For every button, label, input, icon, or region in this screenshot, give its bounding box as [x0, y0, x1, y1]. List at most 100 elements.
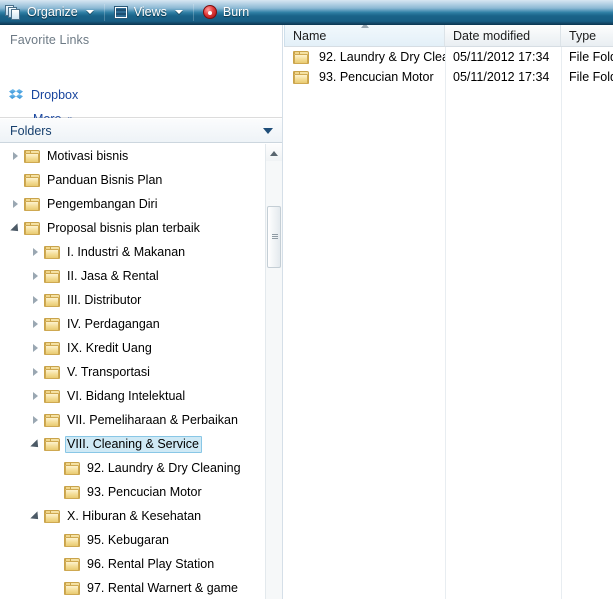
- folders-header-bar[interactable]: Folders: [0, 118, 282, 143]
- tree-item[interactable]: VII. Pemeliharaan & Perbaikan: [0, 408, 282, 432]
- file-name-cell: 92. Laundry & Dry Clea...: [284, 50, 445, 64]
- tree-expand-arrow-icon[interactable]: [29, 312, 44, 336]
- tree-expand-arrow-icon[interactable]: [29, 384, 44, 408]
- tree-expand-arrow-icon[interactable]: [29, 408, 44, 432]
- folder-icon: [24, 173, 40, 187]
- folder-icon: [64, 485, 80, 499]
- file-name-label: 92. Laundry & Dry Clea...: [319, 50, 445, 64]
- stacked-sheets-icon: [5, 4, 21, 20]
- tree-item[interactable]: 96. Rental Play Station: [0, 552, 282, 576]
- folder-icon: [44, 437, 60, 451]
- tree-expand-arrow-icon[interactable]: [29, 288, 44, 312]
- file-date-cell: 05/11/2012 17:34: [453, 50, 550, 64]
- tree-item-label: IV. Perdagangan: [67, 316, 160, 331]
- folder-icon: [44, 365, 60, 379]
- tree-item[interactable]: 92. Laundry & Dry Cleaning: [0, 456, 282, 480]
- tree-collapse-arrow-icon[interactable]: [9, 216, 24, 240]
- tree-item[interactable]: 93. Pencucian Motor: [0, 480, 282, 504]
- tree-item-label: Panduan Bisnis Plan: [47, 172, 163, 187]
- tree-expand-arrow-icon[interactable]: [9, 144, 24, 168]
- tree-item-label: 97. Rental Warnert & game: [87, 580, 238, 595]
- organize-button[interactable]: Organize: [0, 1, 100, 23]
- tree-item-label: Motivasi bisnis: [47, 148, 129, 163]
- tree-item[interactable]: II. Jasa & Rental: [0, 264, 282, 288]
- file-name-label: 93. Pencucian Motor: [319, 70, 434, 84]
- toolbar: Organize Views Burn: [0, 0, 613, 25]
- tree-item[interactable]: 97. Rental Warnert & game: [0, 576, 282, 599]
- folder-icon: [44, 293, 60, 307]
- tree-expand-arrow-icon[interactable]: [29, 360, 44, 384]
- folder-icon: [64, 581, 80, 595]
- tree-expand-arrow-icon[interactable]: [29, 240, 44, 264]
- tree-item[interactable]: I. Industri & Makanan: [0, 240, 282, 264]
- tree-expand-arrow-icon[interactable]: [29, 264, 44, 288]
- tree-collapse-arrow-icon[interactable]: [29, 432, 44, 456]
- chevron-down-icon[interactable]: [263, 128, 273, 134]
- tree-item-label: VI. Bidang Intelektual: [67, 388, 186, 403]
- favorite-links-title: Favorite Links: [10, 33, 90, 47]
- toolbar-separator: [192, 3, 194, 21]
- navigation-pane-scrollbar[interactable]: [265, 144, 282, 599]
- favorite-link-dropbox[interactable]: Dropbox: [9, 86, 78, 104]
- folder-tree: Motivasi bisnis Panduan Bisnis Plan Pengem…: [0, 144, 282, 599]
- folder-icon: [44, 413, 60, 427]
- tree-item[interactable]: Proposal bisnis plan terbaik: [0, 216, 282, 240]
- tree-item[interactable]: III. Distributor: [0, 288, 282, 312]
- tree-item[interactable]: Panduan Bisnis Plan: [0, 168, 282, 192]
- folder-icon: [24, 197, 40, 211]
- folder-icon: [64, 461, 80, 475]
- tree-item[interactable]: Pengembangan Diri: [0, 192, 282, 216]
- tree-expand-arrow-icon[interactable]: [9, 192, 24, 216]
- file-list-row[interactable]: 92. Laundry & Dry Clea... 05/11/2012 17:3…: [284, 47, 613, 67]
- favorite-link-label: Dropbox: [31, 88, 79, 102]
- tree-item[interactable]: V. Transportasi: [0, 360, 282, 384]
- tree-item-label: X. Hiburan & Kesehatan: [67, 508, 202, 523]
- column-header-date-modified[interactable]: Date modified: [445, 25, 561, 46]
- tree-item[interactable]: IX. Kredit Uang: [0, 336, 282, 360]
- tree-expand-arrow-icon[interactable]: [29, 336, 44, 360]
- file-list: 92. Laundry & Dry Clea... 05/11/2012 17:3…: [284, 47, 613, 599]
- tree-collapse-arrow-icon[interactable]: [29, 504, 44, 528]
- burn-button-label: Burn: [222, 5, 250, 19]
- tree-item[interactable]: X. Hiburan & Kesehatan: [0, 504, 282, 528]
- tree-item[interactable]: 95. Kebugaran: [0, 528, 282, 552]
- folder-icon: [44, 317, 60, 331]
- scroll-thumb-grip-icon[interactable]: [267, 206, 281, 268]
- folder-icon: [24, 221, 40, 235]
- tree-item-label: Proposal bisnis plan terbaik: [47, 220, 200, 235]
- tree-item-label: 93. Pencucian Motor: [87, 484, 202, 499]
- tree-item-label: V. Transportasi: [67, 364, 150, 379]
- views-button[interactable]: Views: [109, 1, 189, 23]
- tree-item-label: 96. Rental Play Station: [87, 556, 215, 571]
- explorer-window: Organize Views Burn Favorite Links Dropb…: [0, 0, 613, 599]
- tree-item[interactable]: VIII. Cleaning & Service: [0, 432, 282, 456]
- file-type-cell: File Folde: [569, 50, 613, 64]
- file-list-row[interactable]: 93. Pencucian Motor 05/11/2012 17:34 File …: [284, 67, 613, 87]
- navigation-pane: Favorite Links Dropbox More » Folders Mo…: [0, 25, 283, 599]
- tree-item-label: II. Jasa & Rental: [67, 268, 159, 283]
- column-header-type[interactable]: Type: [561, 25, 613, 46]
- folder-icon: [44, 341, 60, 355]
- folder-icon: [293, 70, 309, 84]
- tree-item[interactable]: VI. Bidang Intelektual: [0, 384, 282, 408]
- column-header-name[interactable]: Name: [284, 25, 445, 46]
- burn-button[interactable]: Burn: [198, 1, 255, 23]
- folders-header-label: Folders: [10, 124, 52, 138]
- tree-item-label: III. Distributor: [67, 292, 142, 307]
- views-button-label: Views: [133, 5, 167, 19]
- scroll-up-arrow-icon[interactable]: [266, 144, 282, 161]
- tree-item-label: 95. Kebugaran: [87, 532, 170, 547]
- tree-item[interactable]: Motivasi bisnis: [0, 144, 282, 168]
- file-list-pane: Name Date modified Type 92. Laundry & Dry …: [284, 25, 613, 599]
- tree-item[interactable]: IV. Perdagangan: [0, 312, 282, 336]
- file-date-cell: 05/11/2012 17:34: [453, 70, 550, 84]
- sort-ascending-arrow-icon: [360, 25, 369, 28]
- chevron-down-icon: [174, 10, 183, 14]
- folder-icon: [64, 557, 80, 571]
